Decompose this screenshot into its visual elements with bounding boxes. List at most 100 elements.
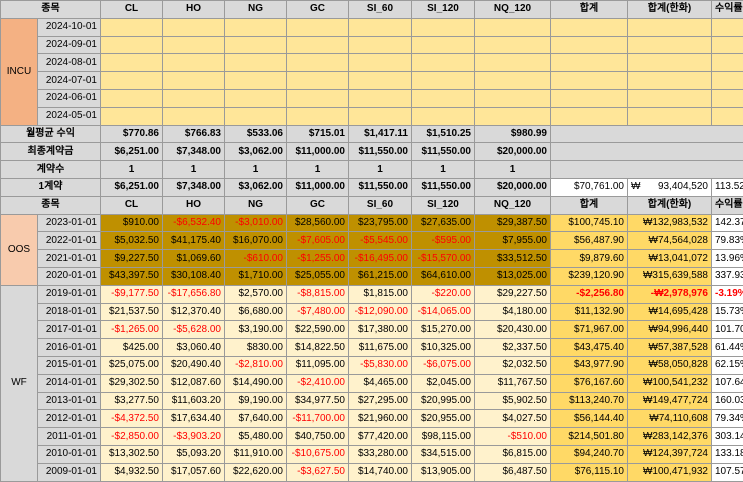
empty-cell[interactable] xyxy=(628,107,712,125)
empty-cell[interactable] xyxy=(412,54,475,72)
return-rate-cell[interactable]: -3.19% xyxy=(712,285,743,303)
return-rate-cell[interactable]: 160.03% xyxy=(712,392,743,410)
value-cell[interactable]: $98,115.00 xyxy=(412,428,475,446)
value-cell[interactable]: -$3,010.00 xyxy=(225,214,287,232)
header-cell[interactable]: 합계 xyxy=(551,1,628,19)
summary-label[interactable]: 1계약 xyxy=(1,178,101,196)
empty-cell[interactable] xyxy=(101,72,163,90)
incu-section-label[interactable]: INCU xyxy=(1,18,38,125)
return-rate-cell[interactable]: 107.57% xyxy=(712,463,743,481)
header-cell[interactable]: 수익률 xyxy=(712,1,743,19)
header-cell[interactable]: 합계(한화) xyxy=(628,196,712,214)
empty-cell[interactable] xyxy=(551,36,628,54)
empty-cell[interactable] xyxy=(475,72,551,90)
empty-cell[interactable] xyxy=(412,36,475,54)
value-cell[interactable]: -$2,410.00 xyxy=(287,374,349,392)
value-cell[interactable]: $21,960.00 xyxy=(349,410,412,428)
empty-cell[interactable] xyxy=(412,72,475,90)
total-cell[interactable]: $71,967.00 xyxy=(551,321,628,339)
date-cell[interactable]: 2014-01-01 xyxy=(38,374,101,392)
empty-cell[interactable] xyxy=(163,54,225,72)
summary-label[interactable]: 월평균 수익 xyxy=(1,125,101,143)
value-cell[interactable]: $14,822.50 xyxy=(287,339,349,357)
summary-value[interactable]: 1 xyxy=(101,161,163,179)
empty-cell[interactable] xyxy=(101,18,163,36)
header-cell[interactable]: 합계 xyxy=(551,196,628,214)
value-cell[interactable]: -$14,065.00 xyxy=(412,303,475,321)
return-rate-cell[interactable]: 79.34% xyxy=(712,410,743,428)
empty-cell[interactable] xyxy=(163,36,225,54)
header-cell[interactable]: 종목 xyxy=(1,1,101,19)
header-cell[interactable]: NG xyxy=(225,1,287,19)
summary-value[interactable]: $3,062.00 xyxy=(225,143,287,161)
empty-cell[interactable] xyxy=(287,72,349,90)
header-cell[interactable]: 합계(한화) xyxy=(628,1,712,19)
header-cell[interactable]: 종목 xyxy=(1,196,101,214)
value-cell[interactable]: -$6,075.00 xyxy=(412,356,475,374)
total-won-cell[interactable]: ₩57,387,528 xyxy=(628,339,712,357)
grand-total-won[interactable]: ₩93,404,520 xyxy=(628,178,712,196)
date-cell[interactable]: 2010-01-01 xyxy=(38,445,101,463)
value-cell[interactable]: -$5,830.00 xyxy=(349,356,412,374)
summary-value[interactable]: $11,550.00 xyxy=(412,143,475,161)
return-rate-cell[interactable]: 101.70% xyxy=(712,321,743,339)
value-cell[interactable]: $28,560.00 xyxy=(287,214,349,232)
header-cell[interactable]: SI_120 xyxy=(412,196,475,214)
summary-value[interactable]: $6,251.00 xyxy=(101,143,163,161)
total-won-cell[interactable]: -₩2,978,976 xyxy=(628,285,712,303)
date-cell[interactable]: 2013-01-01 xyxy=(38,392,101,410)
value-cell[interactable]: $12,370.40 xyxy=(163,303,225,321)
date-cell[interactable]: 2020-01-01 xyxy=(38,267,101,285)
value-cell[interactable]: $1,815.00 xyxy=(349,285,412,303)
header-cell[interactable]: SI_60 xyxy=(349,196,412,214)
empty-cell[interactable] xyxy=(712,54,743,72)
value-cell[interactable]: -$9,177.50 xyxy=(101,285,163,303)
total-won-cell[interactable]: ₩149,477,724 xyxy=(628,392,712,410)
empty-cell[interactable] xyxy=(551,72,628,90)
summary-value[interactable]: $3,062.00 xyxy=(225,178,287,196)
total-won-cell[interactable]: ₩315,639,588 xyxy=(628,267,712,285)
empty-cell[interactable] xyxy=(551,161,743,179)
total-cell[interactable]: $43,977.90 xyxy=(551,356,628,374)
return-rate-cell[interactable]: 107.64% xyxy=(712,374,743,392)
summary-value[interactable]: 1 xyxy=(475,161,551,179)
empty-cell[interactable] xyxy=(163,72,225,90)
empty-cell[interactable] xyxy=(287,89,349,107)
empty-cell[interactable] xyxy=(412,89,475,107)
value-cell[interactable]: -$17,656.80 xyxy=(163,285,225,303)
total-cell[interactable]: $214,501.80 xyxy=(551,428,628,446)
empty-cell[interactable] xyxy=(225,89,287,107)
date-cell[interactable]: 2015-01-01 xyxy=(38,356,101,374)
total-won-cell[interactable]: ₩132,983,532 xyxy=(628,214,712,232)
total-won-cell[interactable]: ₩100,471,932 xyxy=(628,463,712,481)
value-cell[interactable]: $33,280.00 xyxy=(349,445,412,463)
value-cell[interactable]: -$610.00 xyxy=(225,250,287,268)
empty-cell[interactable] xyxy=(287,107,349,125)
value-cell[interactable]: -$15,570.00 xyxy=(412,250,475,268)
total-cell[interactable]: $94,240.70 xyxy=(551,445,628,463)
empty-cell[interactable] xyxy=(101,36,163,54)
summary-value[interactable]: 1 xyxy=(287,161,349,179)
value-cell[interactable]: $20,490.40 xyxy=(163,356,225,374)
value-cell[interactable]: -$2,850.00 xyxy=(101,428,163,446)
header-cell[interactable]: NQ_120 xyxy=(475,1,551,19)
value-cell[interactable]: $3,060.40 xyxy=(163,339,225,357)
value-cell[interactable]: -$595.00 xyxy=(412,232,475,250)
total-cell[interactable]: $11,132.90 xyxy=(551,303,628,321)
header-cell[interactable]: CL xyxy=(101,196,163,214)
value-cell[interactable]: -$11,700.00 xyxy=(287,410,349,428)
value-cell[interactable]: $11,095.00 xyxy=(287,356,349,374)
empty-cell[interactable] xyxy=(163,89,225,107)
date-cell[interactable]: 2019-01-01 xyxy=(38,285,101,303)
value-cell[interactable]: $9,190.00 xyxy=(225,392,287,410)
empty-cell[interactable] xyxy=(628,36,712,54)
value-cell[interactable]: $40,750.00 xyxy=(287,428,349,446)
summary-value[interactable]: $7,348.00 xyxy=(163,143,225,161)
empty-cell[interactable] xyxy=(349,72,412,90)
value-cell[interactable]: $30,108.40 xyxy=(163,267,225,285)
value-cell[interactable]: $29,387.50 xyxy=(475,214,551,232)
value-cell[interactable]: $29,302.50 xyxy=(101,374,163,392)
empty-cell[interactable] xyxy=(163,18,225,36)
value-cell[interactable]: -$2,810.00 xyxy=(225,356,287,374)
value-cell[interactable]: $15,270.00 xyxy=(412,321,475,339)
